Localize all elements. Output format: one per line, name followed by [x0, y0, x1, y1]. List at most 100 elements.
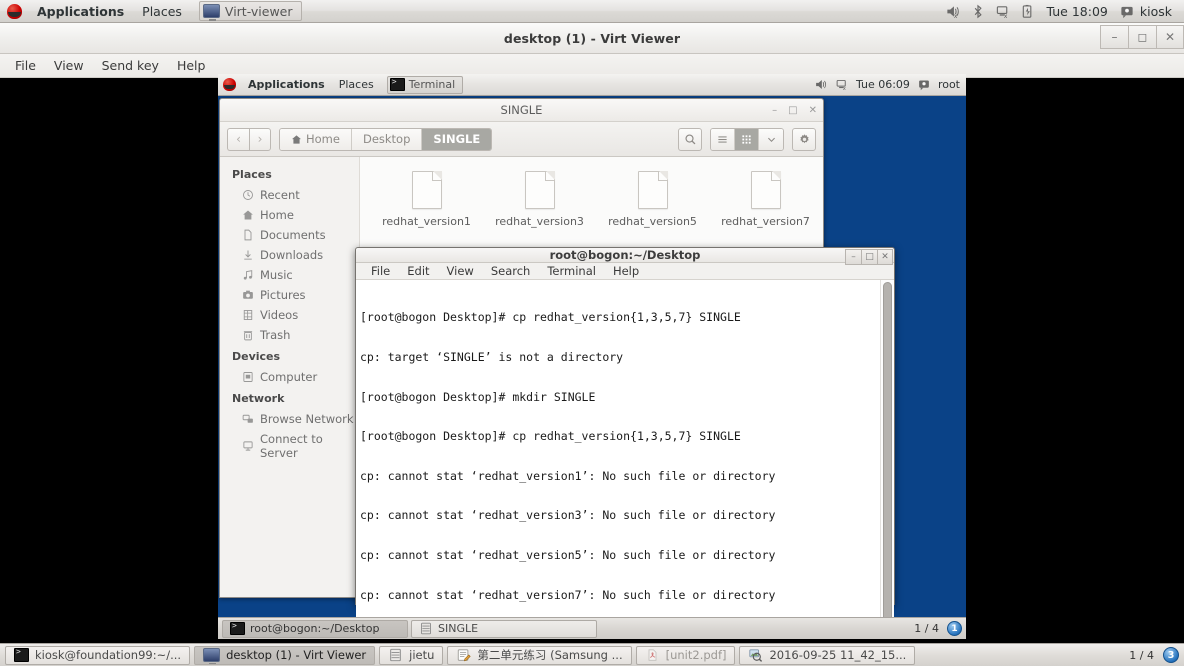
vm-task-label: root@bogon:~/Desktop: [250, 622, 380, 635]
host-task-jietu[interactable]: jietu: [379, 645, 444, 665]
vm-window-button-terminal[interactable]: Terminal: [386, 75, 464, 94]
maximize-button[interactable]: ◻: [1128, 25, 1156, 49]
sidebar-item-documents[interactable]: Documents: [220, 225, 359, 245]
pdf-icon: [648, 649, 657, 661]
close-button[interactable]: ✕: [809, 105, 817, 116]
camera-icon: [243, 290, 253, 299]
sidebar-item-pictures[interactable]: Pictures: [220, 285, 359, 305]
search-button[interactable]: [678, 127, 702, 151]
vm-workspace-badge[interactable]: 1: [947, 621, 962, 636]
vm-task-terminal[interactable]: root@bogon:~/Desktop: [222, 619, 408, 638]
sidebar-item-label: Connect to Server: [260, 432, 323, 460]
sidebar-item-trash[interactable]: Trash: [220, 325, 359, 345]
file-item[interactable]: redhat_version7: [709, 171, 822, 228]
sidebar-item-home[interactable]: Home: [220, 205, 359, 225]
close-button[interactable]: ✕: [877, 249, 893, 265]
navigation-buttons: ‹ ›: [227, 127, 271, 151]
host-workspace-badge[interactable]: 3: [1163, 647, 1179, 663]
network-disconnected-icon[interactable]: x: [995, 4, 1011, 19]
breadcrumb-home-label: Home: [306, 132, 340, 146]
terminal-scrollbar[interactable]: [880, 280, 894, 639]
terminal-menu-file[interactable]: File: [363, 263, 398, 279]
vm-task-single[interactable]: SINGLE: [411, 619, 597, 638]
host-window-button-virt-viewer[interactable]: Virt-viewer: [198, 1, 302, 21]
breadcrumb-single[interactable]: SINGLE: [422, 128, 492, 150]
vm-menu-places[interactable]: Places: [332, 76, 381, 93]
maximize-button[interactable]: □: [788, 105, 797, 116]
terminal-menu-view[interactable]: View: [439, 263, 482, 279]
host-task-unit2-pdf[interactable]: [unit2.pdf]: [635, 645, 736, 665]
host-clock[interactable]: Tue 18:09: [1045, 4, 1110, 19]
volume-muted-icon[interactable]: x: [945, 4, 961, 19]
menu-view[interactable]: View: [45, 56, 93, 75]
battery-charging-icon[interactable]: [1020, 4, 1036, 19]
host-task-kiosk-terminal[interactable]: kiosk@foundation99:~/...: [5, 645, 191, 665]
terminal-menu-terminal[interactable]: Terminal: [539, 263, 604, 279]
breadcrumb-home[interactable]: Home: [280, 128, 352, 150]
terminal-output[interactable]: [root@bogon Desktop]# cp redhat_version{…: [356, 280, 880, 639]
user-chat-icon: [1121, 6, 1133, 18]
menu-help[interactable]: Help: [168, 56, 215, 75]
menu-send-key[interactable]: Send key: [93, 56, 168, 75]
host-menu-applications[interactable]: Applications: [28, 1, 133, 22]
sidebar-item-label: Music: [260, 268, 293, 282]
volume-icon[interactable]: [814, 78, 828, 91]
vm-desktop-viewport[interactable]: Applications Places Terminal x Tue 06:09: [218, 74, 966, 639]
file-item[interactable]: redhat_version1: [370, 171, 483, 228]
forward-button[interactable]: ›: [249, 127, 271, 151]
virt-viewer-titlebar[interactable]: desktop (1) - Virt Viewer – ◻ ✕: [0, 23, 1184, 54]
menu-file[interactable]: File: [6, 56, 45, 75]
file-grid: redhat_version1 redhat_version3 redhat_v…: [360, 171, 823, 228]
minimize-button[interactable]: –: [772, 105, 777, 116]
sidebar-item-browse-network[interactable]: Browse Network: [220, 409, 359, 429]
breadcrumb-desktop[interactable]: Desktop: [351, 128, 423, 150]
bluetooth-icon[interactable]: [970, 4, 986, 19]
maximize-button[interactable]: □: [861, 249, 877, 265]
view-options-button[interactable]: [759, 128, 783, 150]
terminal-area[interactable]: [root@bogon Desktop]# cp redhat_version{…: [356, 280, 894, 639]
writer-icon: [458, 649, 472, 662]
sidebar-item-connect-to-server[interactable]: Connect to Server: [220, 429, 359, 463]
sidebar-item-videos[interactable]: Videos: [220, 305, 359, 325]
sidebar-item-downloads[interactable]: Downloads: [220, 245, 359, 265]
terminal-icon: [389, 77, 405, 91]
sidebar-item-recent[interactable]: Recent: [220, 185, 359, 205]
vm-user-label[interactable]: root: [938, 78, 960, 91]
trash-icon: [243, 331, 253, 341]
host-task-image-viewer[interactable]: 2016-09-25 11_42_15...: [739, 645, 916, 665]
terminal-titlebar[interactable]: root@bogon:~/Desktop – □ ✕: [356, 248, 894, 265]
file-item[interactable]: redhat_version5: [596, 171, 709, 228]
list-view-button[interactable]: [711, 128, 735, 150]
host-task-virt-viewer[interactable]: desktop (1) - Virt Viewer: [194, 645, 376, 665]
vm-top-panel: Applications Places Terminal x Tue 06:09: [218, 74, 966, 96]
close-button[interactable]: ✕: [1156, 25, 1184, 49]
settings-button[interactable]: [792, 127, 816, 151]
file-manager-titlebar[interactable]: SINGLE – □ ✕: [220, 99, 823, 122]
terminal-menu-edit[interactable]: Edit: [399, 263, 437, 279]
terminal-line: [root@bogon Desktop]# mkdir SINGLE: [360, 389, 596, 404]
sidebar-item-label: Pictures: [260, 288, 306, 302]
gear-icon: [799, 133, 809, 143]
terminal-line: cp: cannot stat ‘redhat_version7’: No su…: [360, 587, 776, 602]
network-disconnected-icon[interactable]: x: [835, 78, 849, 91]
host-menu-places[interactable]: Places: [133, 1, 191, 22]
vm-workspace-indicator: 1 / 4: [914, 622, 939, 635]
host-task-writer-doc[interactable]: 第二单元练习 (Samsung ...: [447, 645, 632, 665]
terminal-menu-help[interactable]: Help: [605, 263, 647, 279]
minimize-button[interactable]: –: [1100, 25, 1128, 49]
sidebar-item-music[interactable]: Music: [220, 265, 359, 285]
vm-menu-applications[interactable]: Applications: [241, 76, 332, 93]
minimize-button[interactable]: –: [845, 249, 861, 265]
computer-icon: [243, 372, 253, 382]
terminal-menu-search[interactable]: Search: [483, 263, 539, 279]
file-item[interactable]: redhat_version3: [483, 171, 596, 228]
grid-view-button[interactable]: [735, 128, 759, 150]
clock-icon: [243, 190, 253, 200]
file-manager-toolbar: ‹ › Home Desktop SINGLE: [220, 122, 823, 157]
sidebar-item-computer[interactable]: Computer: [220, 367, 359, 387]
vm-clock[interactable]: Tue 06:09: [856, 78, 910, 91]
host-user-menu[interactable]: kiosk: [1119, 4, 1176, 19]
back-button[interactable]: ‹: [227, 127, 249, 151]
terminal-scrollbar-thumb[interactable]: [883, 282, 892, 639]
terminal-menubar: File Edit View Search Terminal Help: [356, 263, 894, 280]
